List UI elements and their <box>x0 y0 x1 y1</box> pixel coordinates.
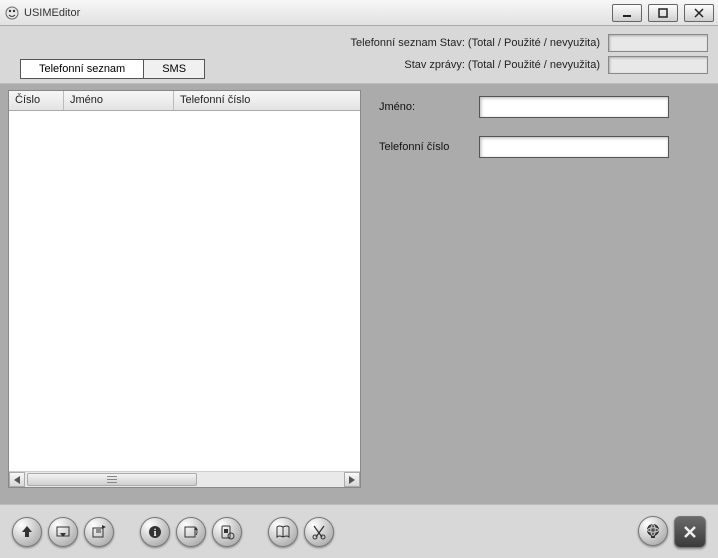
sms-status-value <box>608 56 708 74</box>
exit-button[interactable] <box>674 516 706 548</box>
upload-to-sim-button[interactable] <box>12 517 42 547</box>
phonebook-status-value <box>608 34 708 52</box>
minimize-button[interactable] <box>612 4 642 22</box>
phonebook-status-label: Telefonní seznam Stav: (Total / Použité … <box>351 37 600 49</box>
maximize-button[interactable] <box>648 4 678 22</box>
bottom-toolbar: i <box>0 504 718 558</box>
address-book-button[interactable] <box>268 517 298 547</box>
contacts-table: Číslo Jméno Telefonní číslo <box>8 90 361 488</box>
name-input[interactable] <box>479 96 669 118</box>
table-header: Číslo Jméno Telefonní číslo <box>9 91 360 111</box>
app-icon <box>4 5 20 21</box>
contacts-list-pane: Číslo Jméno Telefonní číslo <box>0 84 365 504</box>
phone-input[interactable] <box>479 136 669 158</box>
phone-field-label: Telefonní číslo <box>379 141 479 153</box>
name-field-label: Jméno: <box>379 101 479 113</box>
column-number[interactable]: Číslo <box>9 91 64 110</box>
refresh-button[interactable] <box>176 517 206 547</box>
cut-button[interactable] <box>304 517 334 547</box>
download-from-sim-button[interactable] <box>48 517 78 547</box>
svg-text:i: i <box>154 528 157 539</box>
sim-settings-button[interactable] <box>212 517 242 547</box>
sms-status-label: Stav zprávy: (Total / Použité / nevyužit… <box>404 59 600 71</box>
window-title: USIMEditor <box>24 7 606 19</box>
main-content: Číslo Jméno Telefonní číslo Jméno: Telef… <box>0 84 718 504</box>
tab-phonebook[interactable]: Telefonní seznam <box>20 59 144 79</box>
column-phone[interactable]: Telefonní číslo <box>174 91 360 110</box>
column-name[interactable]: Jméno <box>64 91 174 110</box>
window-titlebar: USIMEditor <box>0 0 718 26</box>
globe-button[interactable] <box>638 516 668 546</box>
tab-sms[interactable]: SMS <box>144 59 205 79</box>
status-area: Telefonní seznam Stav: (Total / Použité … <box>0 26 718 84</box>
horizontal-scrollbar[interactable] <box>9 471 360 487</box>
info-button[interactable]: i <box>140 517 170 547</box>
tab-bar: Telefonní seznam SMS <box>20 59 205 79</box>
scroll-right-arrow-icon[interactable] <box>344 472 360 487</box>
close-window-button[interactable] <box>684 4 714 22</box>
new-entry-button[interactable] <box>84 517 114 547</box>
scroll-thumb[interactable] <box>27 473 197 486</box>
contact-form-pane: Jméno: Telefonní číslo <box>365 84 718 504</box>
scroll-left-arrow-icon[interactable] <box>9 472 25 487</box>
table-body[interactable] <box>9 111 360 471</box>
